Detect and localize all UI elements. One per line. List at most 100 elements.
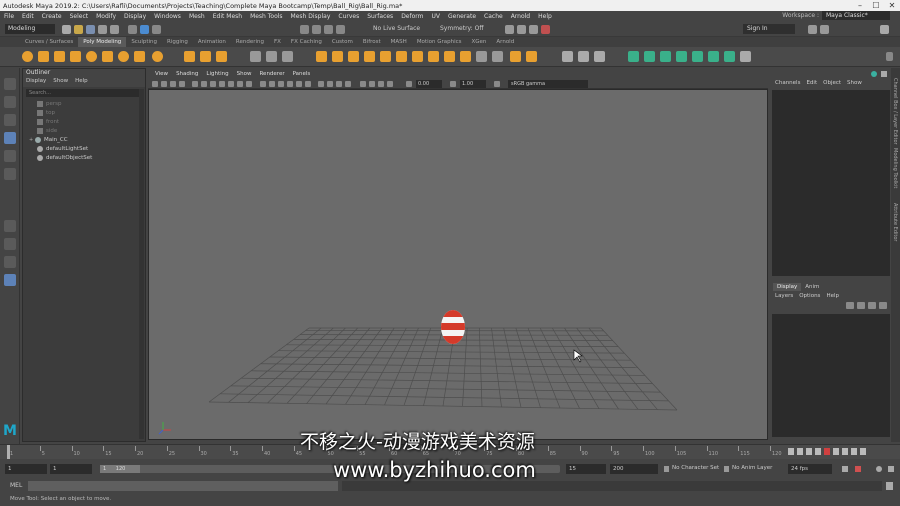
- step-back-key-icon[interactable]: [797, 448, 803, 455]
- shelf-tab-bifrost[interactable]: Bifrost: [358, 37, 386, 47]
- xray-icon[interactable]: [369, 81, 375, 87]
- super-shape-icon[interactable]: [152, 51, 163, 62]
- textured-icon[interactable]: [287, 81, 293, 87]
- combine-icon[interactable]: [250, 51, 261, 62]
- outliner-scrollbar[interactable]: [139, 89, 144, 439]
- quad-draw-icon[interactable]: [444, 51, 455, 62]
- viewport-menu-panels[interactable]: Panels: [289, 70, 315, 79]
- field-chart-icon[interactable]: [228, 81, 234, 87]
- ambient-occlusion-icon[interactable]: [318, 81, 324, 87]
- camera-attributes-icon[interactable]: [161, 81, 167, 87]
- multi-cut-icon[interactable]: [396, 51, 407, 62]
- poly-cube-icon[interactable]: [38, 51, 49, 62]
- rotate-tool-icon[interactable]: [4, 150, 16, 162]
- menu-cache[interactable]: Cache: [480, 13, 507, 20]
- shelf-tab-rigging[interactable]: Rigging: [162, 37, 193, 47]
- range-slider-handle[interactable]: 1 120: [100, 465, 140, 473]
- color-management-icon[interactable]: [494, 81, 500, 87]
- lasso-tool-icon[interactable]: [4, 96, 16, 108]
- mash-network-icon[interactable]: [628, 51, 639, 62]
- perspective-viewport[interactable]: [148, 89, 768, 440]
- workspace-dropdown[interactable]: Maya Classic*: [822, 11, 890, 20]
- mash-distribute-icon[interactable]: [644, 51, 655, 62]
- outliner-item-default-object-set[interactable]: defaultObjectSet: [23, 153, 145, 162]
- gamma-field[interactable]: 1.00: [460, 80, 486, 88]
- mash-color-icon[interactable]: [708, 51, 719, 62]
- snap-point-icon[interactable]: [324, 25, 333, 34]
- side-tab-attribute-editor[interactable]: Attribute Editor: [892, 203, 898, 241]
- mash-transform-icon[interactable]: [724, 51, 735, 62]
- outliner-item-persp[interactable]: persp: [23, 99, 145, 108]
- safe-action-icon[interactable]: [237, 81, 243, 87]
- outliner-menu-help[interactable]: Help: [75, 78, 88, 87]
- shelf-tab-rendering[interactable]: Rendering: [231, 37, 269, 47]
- symmetry-field[interactable]: Symmetry: Off: [440, 25, 483, 32]
- shelf-tab-fx[interactable]: FX: [269, 37, 286, 47]
- depth-of-field-icon[interactable]: [345, 81, 351, 87]
- select-camera-icon[interactable]: [152, 81, 158, 87]
- render-current-frame-icon[interactable]: [505, 25, 514, 34]
- menu-uv[interactable]: UV: [428, 13, 445, 20]
- loop-icon[interactable]: [842, 466, 848, 472]
- channel-box-icon[interactable]: [880, 25, 889, 34]
- sign-in-button[interactable]: Sign In: [743, 24, 795, 34]
- outliner-item-side[interactable]: side: [23, 126, 145, 135]
- layer-menu-options[interactable]: Options: [799, 293, 820, 299]
- shelf-options-icon[interactable]: [886, 52, 893, 61]
- menu-mesh-tools[interactable]: Mesh Tools: [246, 13, 286, 20]
- outliner-item-default-light-set[interactable]: defaultLightSet: [23, 144, 145, 153]
- soft-select-icon[interactable]: [578, 51, 589, 62]
- fill-hole-icon[interactable]: [380, 51, 391, 62]
- film-gate-icon[interactable]: [201, 81, 207, 87]
- extrude-icon[interactable]: [316, 51, 327, 62]
- channel-menu-object[interactable]: Object: [823, 80, 841, 89]
- use-all-lights-icon[interactable]: [296, 81, 302, 87]
- new-scene-icon[interactable]: [62, 25, 71, 34]
- poly-torus-icon[interactable]: [86, 51, 97, 62]
- sound-icon[interactable]: [888, 466, 894, 472]
- xray-active-components-icon[interactable]: [378, 81, 384, 87]
- svg-icon[interactable]: [216, 51, 227, 62]
- step-back-frame-icon[interactable]: [806, 448, 812, 455]
- grid-icon[interactable]: [192, 81, 198, 87]
- play-forwards-icon[interactable]: [833, 448, 839, 455]
- ball-control[interactable]: [439, 310, 469, 344]
- outliner-item-main-cc[interactable]: + Main_CC: [23, 135, 145, 144]
- current-time-marker[interactable]: [7, 445, 10, 459]
- character-set-dropdown[interactable]: No Character Set: [672, 465, 719, 471]
- step-forward-key-icon[interactable]: [851, 448, 857, 455]
- xray-joints-icon[interactable]: [387, 81, 393, 87]
- bevel-icon[interactable]: [348, 51, 359, 62]
- menu-modify[interactable]: Modify: [92, 13, 120, 20]
- animation-end-field[interactable]: 200: [610, 464, 658, 474]
- undo-icon[interactable]: [98, 25, 107, 34]
- side-tab-channel-box[interactable]: Channel Box / Layer Editor: [892, 78, 898, 145]
- shadows-icon[interactable]: [305, 81, 311, 87]
- poly-cylinder-icon[interactable]: [54, 51, 65, 62]
- motion-blur-icon[interactable]: [327, 81, 333, 87]
- gate-mask-icon[interactable]: [219, 81, 225, 87]
- shelf-tab-xgen[interactable]: XGen: [467, 37, 492, 47]
- mash-random-icon[interactable]: [660, 51, 671, 62]
- close-button[interactable]: ✕: [884, 1, 900, 10]
- platonic-solid-icon[interactable]: [134, 51, 145, 62]
- shelf-tab-arnold[interactable]: Arnold: [491, 37, 519, 47]
- layer-menu-help[interactable]: Help: [826, 293, 839, 299]
- outliner-search-input[interactable]: Search...: [26, 89, 142, 97]
- anim-layer-dropdown[interactable]: No Anim Layer: [732, 465, 772, 471]
- select-component-icon[interactable]: [152, 25, 161, 34]
- outliner-menu-show[interactable]: Show: [53, 78, 68, 87]
- live-surface-field[interactable]: No Live Surface: [373, 25, 420, 32]
- minimize-button[interactable]: –: [852, 1, 868, 10]
- new-empty-layer-icon[interactable]: [868, 302, 876, 309]
- menu-edit[interactable]: Edit: [18, 13, 38, 20]
- layer-tab-display[interactable]: Display: [773, 283, 802, 291]
- outliner-layout-icon[interactable]: [4, 274, 16, 286]
- outliner-item-top[interactable]: top: [23, 108, 145, 117]
- shelf-tab-custom[interactable]: Custom: [327, 37, 358, 47]
- open-scene-icon[interactable]: [74, 25, 83, 34]
- poly-cone-icon[interactable]: [70, 51, 81, 62]
- animation-start-field[interactable]: 1: [5, 464, 47, 474]
- side-tab-modeling-toolkit[interactable]: Modeling Toolkit: [892, 148, 898, 188]
- attribute-editor-icon[interactable]: [820, 25, 829, 34]
